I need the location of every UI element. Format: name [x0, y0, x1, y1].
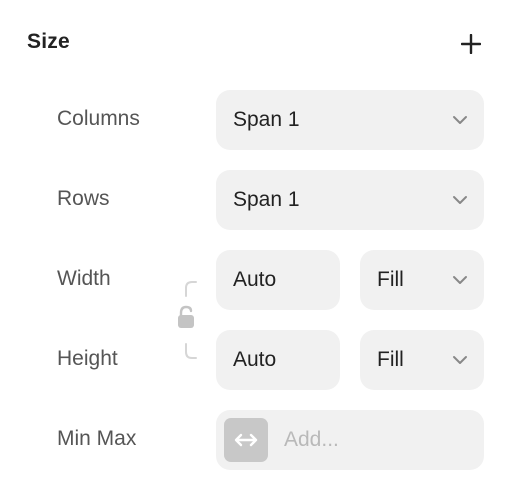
columns-value: Span 1	[233, 108, 300, 131]
rows-select[interactable]: Span 1	[216, 170, 484, 230]
chevron-down-icon	[453, 356, 467, 364]
width-input[interactable]: Auto	[216, 250, 340, 310]
unlocked-padlock-icon	[178, 281, 197, 359]
width-label: Width	[57, 267, 111, 290]
height-value: Auto	[233, 348, 277, 371]
minmax-placeholder: Add...	[284, 428, 339, 451]
plus-icon	[461, 34, 481, 54]
height-input[interactable]: Auto	[216, 330, 340, 390]
width-mode-select[interactable]: Fill	[360, 250, 484, 310]
minmax-field[interactable]: Add...	[216, 410, 484, 470]
rows-label: Rows	[57, 187, 110, 210]
height-mode-value: Fill	[377, 348, 404, 371]
height-mode-select[interactable]: Fill	[360, 330, 484, 390]
width-mode-value: Fill	[377, 268, 404, 291]
width-value: Auto	[233, 268, 277, 291]
chevron-down-icon	[453, 116, 467, 124]
chevron-down-icon	[453, 276, 467, 284]
chevron-down-icon	[453, 196, 467, 204]
horizontal-arrows-icon	[234, 433, 258, 447]
section-title: Size	[27, 30, 70, 53]
columns-label: Columns	[57, 107, 140, 130]
aspect-lock-toggle[interactable]	[172, 280, 202, 360]
height-label: Height	[57, 347, 118, 370]
add-button[interactable]	[456, 29, 486, 59]
rows-value: Span 1	[233, 188, 300, 211]
minmax-label: Min Max	[57, 427, 137, 450]
columns-select[interactable]: Span 1	[216, 90, 484, 150]
minmax-toggle-button[interactable]	[224, 418, 268, 462]
